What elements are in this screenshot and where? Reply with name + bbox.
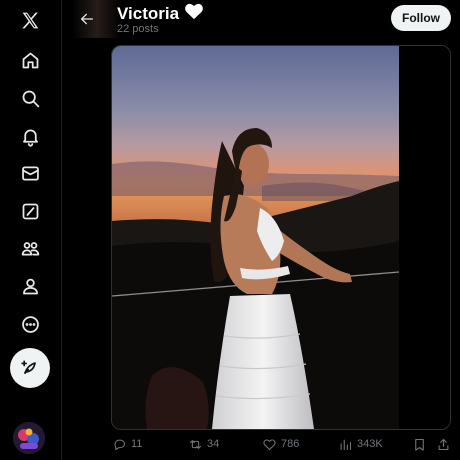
heart-icon [263, 438, 276, 450]
reply-button[interactable]: 11 [112, 432, 142, 456]
envelope-icon[interactable] [12, 155, 48, 191]
view-count: 343K [357, 438, 383, 450]
back-arrow-icon[interactable] [74, 6, 100, 32]
rail-divider [61, 0, 62, 460]
account-avatar[interactable] [13, 422, 45, 454]
repost-icon [189, 439, 202, 449]
home-icon[interactable] [12, 42, 48, 78]
grok-icon[interactable] [12, 193, 48, 229]
reply-icon [114, 439, 126, 450]
follow-button[interactable]: Follow [391, 5, 451, 31]
bell-icon[interactable] [12, 118, 48, 154]
post-actions: 11 34 786 343K [62, 432, 460, 456]
feather-plus-icon [21, 360, 36, 374]
compose-post-button[interactable] [10, 348, 50, 388]
x-logo-icon[interactable] [12, 2, 48, 38]
views-chart-icon [340, 439, 352, 450]
views-button[interactable]: 343K [338, 432, 383, 456]
post-photo[interactable] [112, 46, 399, 429]
post-media[interactable] [111, 45, 451, 430]
bookmark-button[interactable] [412, 432, 427, 456]
left-navigation [0, 0, 60, 460]
media-letterbox [399, 46, 450, 429]
search-icon[interactable] [12, 80, 48, 116]
post-count: 22 posts [117, 23, 159, 35]
like-button[interactable]: 786 [262, 432, 299, 456]
repost-button[interactable]: 34 [188, 432, 219, 456]
profile-header: Victoria 22 posts Follow [62, 0, 460, 44]
repost-count: 34 [207, 438, 220, 450]
reply-count: 11 [131, 438, 143, 450]
bookmark-icon [415, 438, 424, 451]
white-heart-icon [184, 2, 204, 25]
like-count: 786 [281, 438, 300, 450]
share-icon [438, 438, 449, 450]
person-icon[interactable] [12, 268, 48, 304]
profile-name: Victoria [117, 3, 180, 23]
profile-name-row: Victoria [117, 2, 204, 25]
more-circle-icon[interactable] [12, 306, 48, 342]
share-button[interactable] [436, 432, 451, 456]
people-icon[interactable] [12, 230, 48, 266]
